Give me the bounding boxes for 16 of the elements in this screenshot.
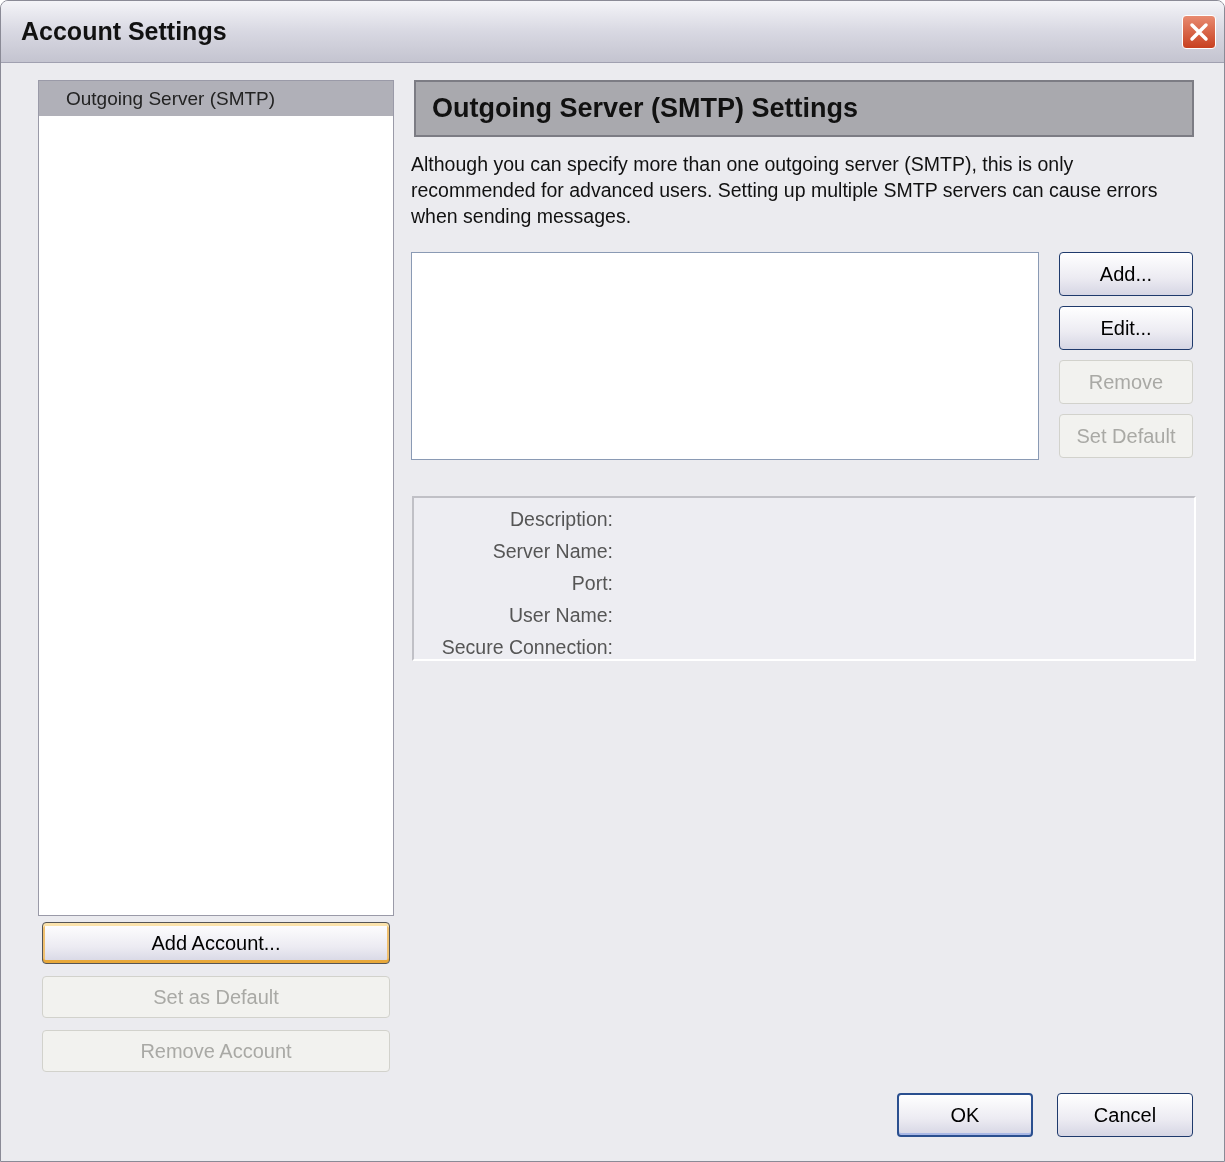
field-label: Port: xyxy=(571,572,613,594)
field-label: Description: xyxy=(510,508,613,530)
field-label: Server Name: xyxy=(492,540,613,562)
field-label: Secure Connection: xyxy=(441,636,613,658)
action-button[interactable]: OK xyxy=(897,1093,1033,1137)
action-button[interactable]: Edit... xyxy=(1059,306,1193,350)
close-icon xyxy=(1189,21,1209,42)
account-item[interactable]: Outgoing Server (SMTP) xyxy=(39,81,393,116)
action-button[interactable]: Add... xyxy=(1059,252,1193,296)
field-label: User Name: xyxy=(508,604,613,626)
close-button[interactable] xyxy=(1182,14,1216,49)
window-title: Account Settings xyxy=(21,17,227,46)
action-button[interactable]: Cancel xyxy=(1057,1093,1193,1137)
info-text: Although you can specify more than one outgoing server (SMTP), this is only recommended for advanced users. Setting up multiple SMTP servers can cause errors when sending messages. xyxy=(411,152,1159,229)
action-button[interactable]: Add Account... xyxy=(42,922,390,964)
section-heading: Outgoing Server (SMTP) Settings xyxy=(414,80,1194,137)
